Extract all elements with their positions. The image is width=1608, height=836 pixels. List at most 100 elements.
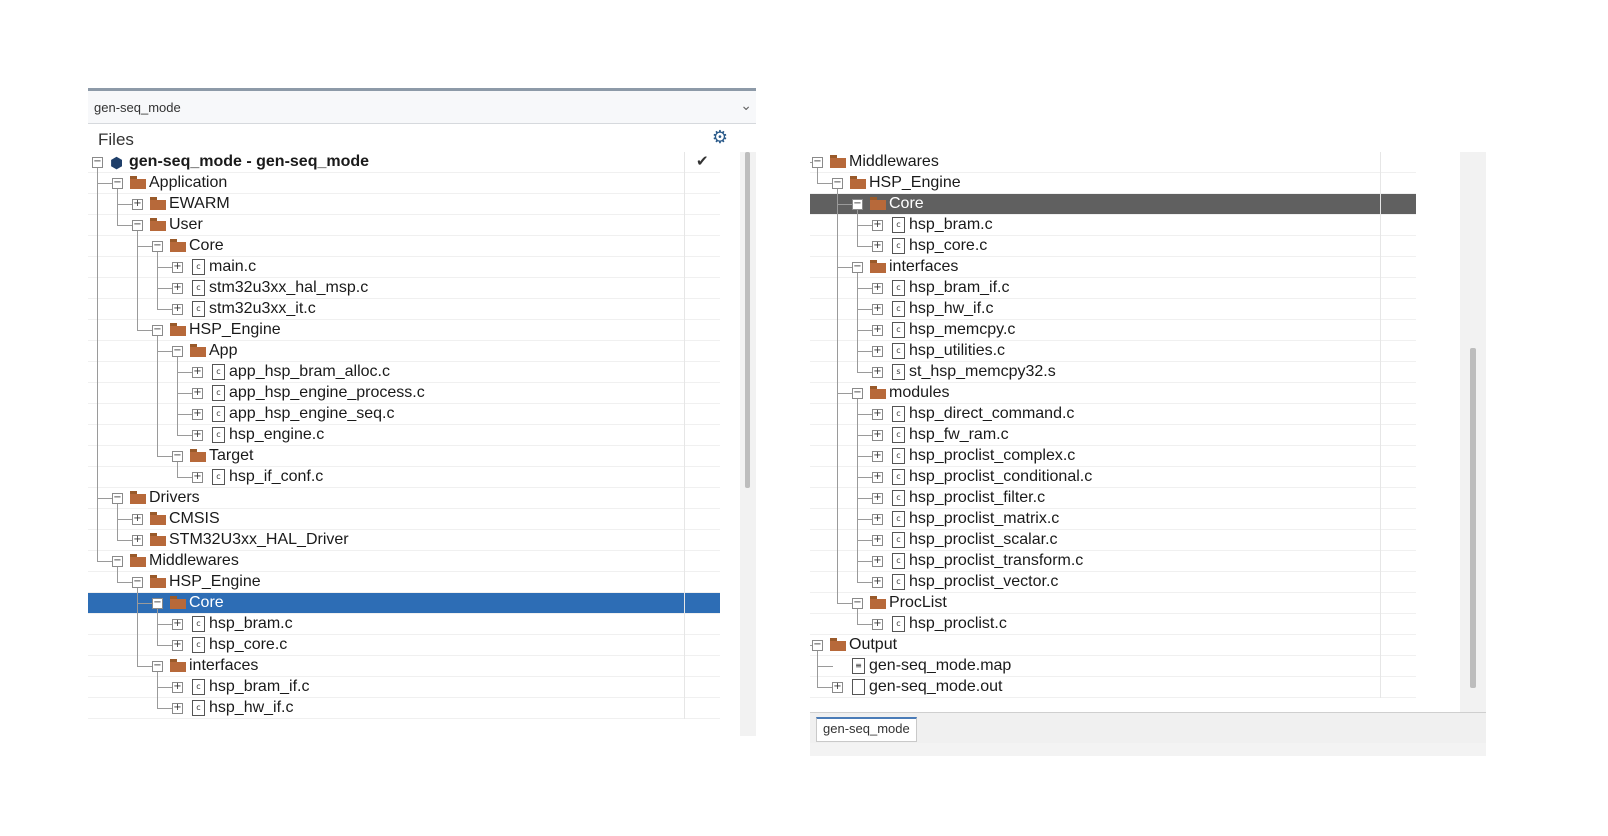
tree-row-hsp-proclist-matrix-c[interactable]: + c hsp_proclist_matrix.c — [810, 509, 1416, 530]
tree-row-hsp-engine[interactable]: − HSP_Engine — [810, 173, 1416, 194]
collapse-icon[interactable]: − — [112, 493, 123, 504]
tree-row-hsp-bram-if-c[interactable]: + c hsp_bram_if.c — [88, 677, 720, 698]
tree-row-hsp-engine[interactable]: − HSP_Engine — [88, 320, 720, 341]
tree-row-target[interactable]: − Target — [88, 446, 720, 467]
expand-icon[interactable]: + — [132, 535, 143, 546]
tree-row-interfaces[interactable]: − interfaces — [810, 257, 1416, 278]
tree-row-output[interactable]: − Output — [810, 635, 1416, 656]
collapse-icon[interactable]: − — [152, 598, 163, 609]
collapse-icon[interactable]: − — [92, 157, 103, 168]
tree-row-middlewares[interactable]: − Middlewares — [810, 152, 1416, 173]
tree-row-hsp-proclist-transform-c[interactable]: + c hsp_proclist_transform.c — [810, 551, 1416, 572]
tree-row-core[interactable]: − Core — [88, 236, 720, 257]
collapse-icon[interactable]: − — [112, 556, 123, 567]
expand-icon[interactable]: + — [872, 577, 883, 588]
expand-icon[interactable]: + — [872, 283, 883, 294]
tree-row-hsp-core-c[interactable]: + c hsp_core.c — [810, 236, 1416, 257]
collapse-icon[interactable]: − — [812, 157, 823, 168]
expand-icon[interactable]: + — [172, 640, 183, 651]
tree-row-gen-seq-mode-gen-seq-mode[interactable]: − ⬢ gen-seq_mode - gen-seq_mode ✔ — [88, 152, 720, 173]
expand-icon[interactable]: + — [832, 682, 843, 693]
tree-row-ewarm[interactable]: + EWARM — [88, 194, 720, 215]
expand-icon[interactable]: + — [872, 346, 883, 357]
collapse-icon[interactable]: − — [112, 178, 123, 189]
expand-icon[interactable]: + — [872, 409, 883, 420]
tree-row-stm32u3xx-hal-msp-c[interactable]: + c stm32u3xx_hal_msp.c — [88, 278, 720, 299]
configuration-dropdown[interactable]: gen-seq_mode ⌄ — [88, 88, 756, 124]
expand-icon[interactable]: + — [192, 409, 203, 420]
tree-row-main-c[interactable]: + c main.c — [88, 257, 720, 278]
scrollbar-thumb[interactable] — [1470, 348, 1476, 688]
tree-row-app-hsp-engine-process-c[interactable]: + c app_hsp_engine_process.c — [88, 383, 720, 404]
expand-icon[interactable]: + — [192, 388, 203, 399]
expand-icon[interactable]: + — [872, 367, 883, 378]
tree-row-proclist[interactable]: − ProcList — [810, 593, 1416, 614]
expand-icon[interactable]: + — [172, 283, 183, 294]
tree-row-hsp-bram-c[interactable]: + c hsp_bram.c — [88, 614, 720, 635]
expand-icon[interactable]: + — [872, 514, 883, 525]
tree-row-hsp-bram-c[interactable]: + c hsp_bram.c — [810, 215, 1416, 236]
tree-row-hsp-proclist-vector-c[interactable]: + c hsp_proclist_vector.c — [810, 572, 1416, 593]
tree-row-stm32u3xx-it-c[interactable]: + c stm32u3xx_it.c — [88, 299, 720, 320]
expand-icon[interactable]: + — [872, 430, 883, 441]
tree-row-hsp-memcpy-c[interactable]: + c hsp_memcpy.c — [810, 320, 1416, 341]
tree-row-st-hsp-memcpy32-s[interactable]: + s st_hsp_memcpy32.s — [810, 362, 1416, 383]
expand-icon[interactable]: + — [872, 535, 883, 546]
tree-row-app-hsp-bram-alloc-c[interactable]: + c app_hsp_bram_alloc.c — [88, 362, 720, 383]
expand-icon[interactable]: + — [172, 262, 183, 273]
scrollbar[interactable] — [740, 152, 756, 736]
expand-icon[interactable]: + — [172, 619, 183, 630]
tree-row-hsp-proclist-filter-c[interactable]: + c hsp_proclist_filter.c — [810, 488, 1416, 509]
tree-row-hsp-utilities-c[interactable]: + c hsp_utilities.c — [810, 341, 1416, 362]
tree-row-application[interactable]: − Application — [88, 173, 720, 194]
tree-row-hsp-direct-command-c[interactable]: + c hsp_direct_command.c — [810, 404, 1416, 425]
gear-icon[interactable]: ⚙ — [712, 127, 728, 148]
tree-row-gen-seq-mode-out[interactable]: + gen-seq_mode.out — [810, 677, 1416, 698]
collapse-icon[interactable]: − — [852, 598, 863, 609]
expand-icon[interactable]: + — [192, 367, 203, 378]
expand-icon[interactable]: + — [172, 703, 183, 714]
tree-row-gen-seq-mode-map[interactable]: ≡ gen-seq_mode.map — [810, 656, 1416, 677]
tree-row-hsp-proclist-scalar-c[interactable]: + c hsp_proclist_scalar.c — [810, 530, 1416, 551]
collapse-icon[interactable]: − — [812, 640, 823, 651]
expand-icon[interactable]: + — [872, 493, 883, 504]
expand-icon[interactable]: + — [872, 451, 883, 462]
collapse-icon[interactable]: − — [172, 346, 183, 357]
expand-icon[interactable]: + — [192, 472, 203, 483]
expand-icon[interactable]: + — [132, 514, 143, 525]
tree-row-stm32u3xx-hal-driver[interactable]: + STM32U3xx_HAL_Driver — [88, 530, 720, 551]
tree-row-middlewares[interactable]: − Middlewares — [88, 551, 720, 572]
tree-row-hsp-proclist-conditional-c[interactable]: + c hsp_proclist_conditional.c — [810, 467, 1416, 488]
tree-row-app[interactable]: − App — [88, 341, 720, 362]
tree-row-hsp-hw-if-c[interactable]: + c hsp_hw_if.c — [88, 698, 720, 719]
expand-icon[interactable]: + — [872, 220, 883, 231]
tree-row-user[interactable]: − User — [88, 215, 720, 236]
collapse-icon[interactable]: − — [852, 262, 863, 273]
expand-icon[interactable]: + — [872, 304, 883, 315]
expand-icon[interactable]: + — [132, 199, 143, 210]
chevron-down-icon[interactable]: ⌄ — [740, 97, 752, 114]
tree-row-hsp-hw-if-c[interactable]: + c hsp_hw_if.c — [810, 299, 1416, 320]
expand-icon[interactable]: + — [872, 472, 883, 483]
collapse-icon[interactable]: − — [132, 220, 143, 231]
expand-icon[interactable]: + — [172, 682, 183, 693]
collapse-icon[interactable]: − — [152, 241, 163, 252]
collapse-icon[interactable]: − — [172, 451, 183, 462]
expand-icon[interactable]: + — [192, 430, 203, 441]
tree-row-hsp-proclist-c[interactable]: + c hsp_proclist.c — [810, 614, 1416, 635]
tree-row-hsp-if-conf-c[interactable]: + c hsp_if_conf.c — [88, 467, 720, 488]
tree-row-drivers[interactable]: − Drivers — [88, 488, 720, 509]
scrollbar-thumb[interactable] — [745, 152, 750, 488]
tree-row-modules[interactable]: − modules — [810, 383, 1416, 404]
expand-icon[interactable]: + — [872, 325, 883, 336]
tree-row-core[interactable]: − Core — [810, 194, 1416, 215]
scrollbar[interactable] — [1460, 152, 1486, 712]
tree-row-cmsis[interactable]: + CMSIS — [88, 509, 720, 530]
tree-row-hsp-core-c[interactable]: + c hsp_core.c — [88, 635, 720, 656]
collapse-icon[interactable]: − — [852, 388, 863, 399]
collapse-icon[interactable]: − — [832, 178, 843, 189]
tree-row-app-hsp-engine-seq-c[interactable]: + c app_hsp_engine_seq.c — [88, 404, 720, 425]
tree-row-hsp-engine[interactable]: − HSP_Engine — [88, 572, 720, 593]
tree-row-hsp-proclist-complex-c[interactable]: + c hsp_proclist_complex.c — [810, 446, 1416, 467]
collapse-icon[interactable]: − — [852, 199, 863, 210]
